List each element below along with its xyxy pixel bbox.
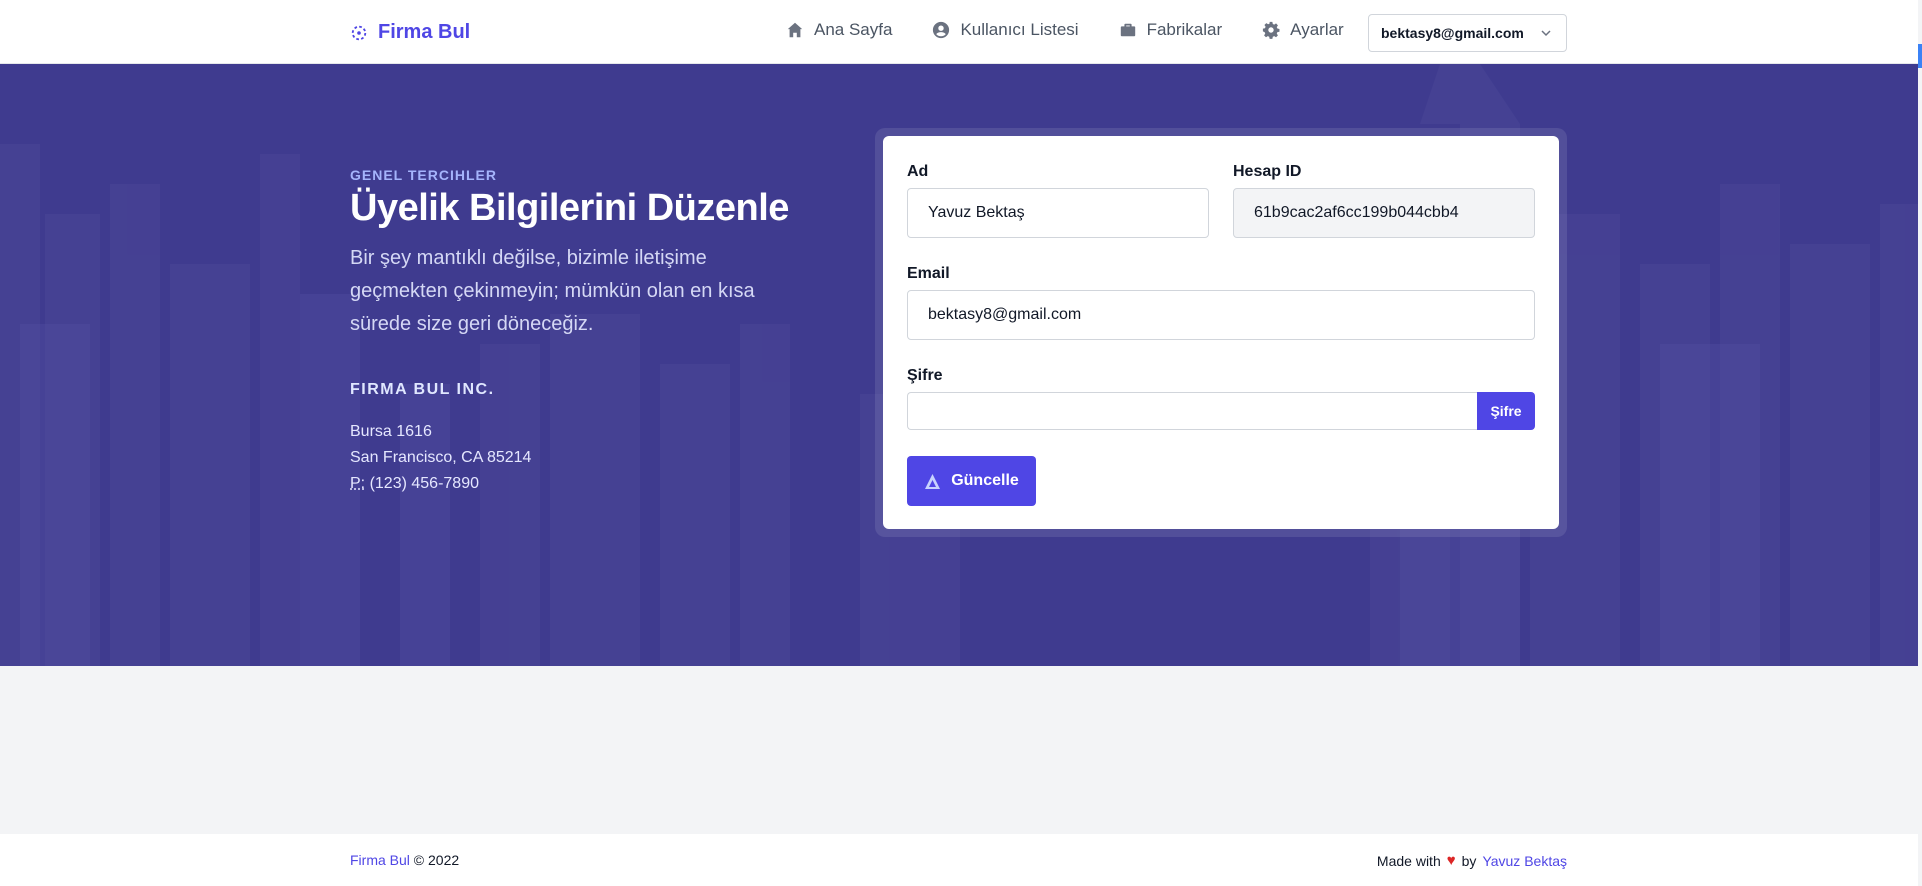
nav-item-label: Kullanıcı Listesi <box>960 20 1079 39</box>
nav-menu: Ana Sayfa Kullanıcı Listesi Fabrikalar A… <box>786 20 1344 40</box>
home-icon <box>787 22 803 38</box>
footer-credit: Made with ♥ by Yavuz Bektaş <box>1377 852 1567 869</box>
account-id-field: 61b9cac2af6cc199b044cbb4 <box>1233 188 1535 238</box>
password-button-label: Şifre <box>1490 403 1522 419</box>
footer-copyright: Firma Bul © 2022 <box>350 852 459 868</box>
address-line-2: San Francisco, CA 85214 <box>350 449 532 466</box>
password-label: Şifre <box>907 367 943 384</box>
name-label: Ad <box>907 163 929 180</box>
made-with-text: Made with <box>1376 852 1441 869</box>
brand-name: Firma Bul <box>378 21 471 43</box>
hero-section: GENEL TERCIHLER Üyelik Bilgilerini Düzen… <box>0 64 1918 666</box>
email-value: bektasy8@gmail.com <box>928 306 1082 323</box>
briefcase-icon <box>1120 23 1135 37</box>
name-field[interactable]: Yavuz Bektaş <box>907 188 1209 238</box>
user-menu-dropdown[interactable]: bektasy8@gmail.com <box>1368 14 1567 52</box>
profile-form-card: Ad Yavuz Bektaş Hesap ID 61b9cac2af6cc19… <box>883 136 1559 529</box>
by-text: by <box>1461 852 1477 869</box>
triangle-logo-icon <box>925 473 941 489</box>
nav-item-fabrikalar[interactable]: Fabrikalar <box>1119 20 1223 40</box>
page-title: Üyelik Bilgilerini Düzenle <box>350 187 789 229</box>
phone-number: (123) 456-7890 <box>369 475 479 492</box>
address-line-1: Bursa 1616 <box>350 423 432 440</box>
top-navbar: Firma Bul Ana Sayfa Kullanıcı Listesi Fa… <box>0 0 1918 64</box>
author-link[interactable]: Yavuz Bektaş <box>1482 853 1567 869</box>
company-address: Bursa 1616 San Francisco, CA 85214 P: (1… <box>350 419 810 497</box>
scrollbar-accent <box>1918 44 1922 68</box>
gear-icon <box>1263 21 1280 39</box>
hero-text-block: GENEL TERCIHLER Üyelik Bilgilerini Düzen… <box>350 167 810 497</box>
name-value: Yavuz Bektaş <box>928 204 1025 221</box>
nav-item-label: Ayarlar <box>1290 20 1344 39</box>
update-button-label: Güncelle <box>951 472 1019 489</box>
user-circle-icon <box>933 21 950 39</box>
update-button[interactable]: Güncelle <box>907 456 1036 506</box>
hero-description: Bir şey mantıklı değilse, bizimle iletiş… <box>350 247 755 335</box>
password-field[interactable] <box>907 392 1477 430</box>
password-button[interactable]: Şifre <box>1477 392 1535 430</box>
footer: Firma Bul © 2022 Made with ♥ by Yavuz Be… <box>0 834 1918 886</box>
nav-item-kullanici-listesi[interactable]: Kullanıcı Listesi <box>932 20 1079 40</box>
phone-prefix: P: <box>350 475 366 492</box>
email-label: Email <box>907 265 950 282</box>
nav-item-label: Fabrikalar <box>1146 20 1223 39</box>
section-eyebrow: GENEL TERCIHLER <box>350 167 497 183</box>
user-email: bektasy8@gmail.com <box>1381 25 1524 41</box>
chevron-down-icon <box>1541 30 1551 37</box>
nav-item-ayarlar[interactable]: Ayarlar <box>1262 20 1344 40</box>
company-name: FIRMA BUL INC. <box>350 381 495 398</box>
nav-item-label: Ana Sayfa <box>814 20 893 39</box>
heart-icon: ♥ <box>1446 852 1456 869</box>
account-id-value: 61b9cac2af6cc199b044cbb4 <box>1254 204 1459 221</box>
logo-icon <box>351 25 367 40</box>
copyright-text: © 2022 <box>413 852 460 868</box>
phone-line: P: (123) 456-7890 <box>350 471 810 497</box>
account-id-label: Hesap ID <box>1233 163 1302 180</box>
brand-logo[interactable]: Firma Bul <box>350 21 470 44</box>
email-field[interactable]: bektasy8@gmail.com <box>907 290 1535 340</box>
footer-brand-link[interactable]: Firma Bul <box>350 852 410 868</box>
nav-item-ana-sayfa[interactable]: Ana Sayfa <box>786 20 892 40</box>
